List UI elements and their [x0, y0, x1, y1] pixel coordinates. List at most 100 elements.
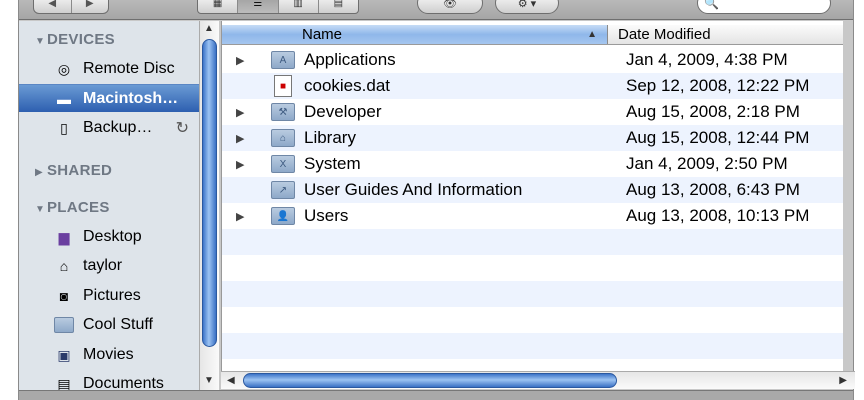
action-menu-button[interactable]: ⚙ ▾: [495, 0, 559, 14]
column-headers: Name ▲ Date Modified: [222, 25, 843, 45]
coverflow-view-button[interactable]: ▤: [317, 0, 358, 13]
list-view-button[interactable]: ☰: [237, 0, 278, 13]
file-date: Aug 15, 2008, 12:44 PM: [626, 128, 810, 147]
sidebar-item-label: Backup…: [83, 119, 153, 136]
empty-row: [222, 281, 843, 307]
sync-icon[interactable]: ↻: [176, 118, 189, 138]
empty-row: [222, 229, 843, 255]
scroll-left-arrow-icon[interactable]: ◀: [227, 375, 235, 386]
table-row[interactable]: ▶ 👤 Users Aug 13, 2008, 10:13 PM: [222, 203, 843, 229]
file-name: User Guides And Information: [304, 180, 523, 199]
status-bar: [19, 390, 853, 400]
sidebar-item-pictures[interactable]: ◙ Pictures: [19, 282, 199, 310]
disclosure-open-icon: ▼: [35, 36, 46, 47]
navigation-buttons: ◀ ▶: [33, 0, 109, 14]
table-row[interactable]: ▶ ⌂ Library Aug 15, 2008, 12:44 PM: [222, 125, 843, 151]
developer-folder-icon: ⚒: [268, 101, 298, 123]
drive-icon: ▯: [60, 119, 68, 136]
places-header[interactable]: ▼ PLACES: [35, 199, 110, 216]
sidebar-item-desktop[interactable]: ▆ Desktop: [19, 223, 199, 251]
alias-folder-icon: ↗: [268, 179, 298, 201]
desktop-icon: ▆: [58, 228, 70, 245]
disclosure-triangle-icon[interactable]: ▶: [222, 106, 252, 119]
sidebar-item-macintosh-hd[interactable]: ▬ Macintosh…: [19, 84, 199, 112]
disclosure-triangle-icon[interactable]: ▶: [222, 54, 252, 67]
empty-row: [222, 255, 843, 281]
sidebar-item-taylor[interactable]: ⌂ taylor: [19, 252, 199, 280]
forward-button[interactable]: ▶: [70, 0, 109, 13]
horizontal-scroll-thumb[interactable]: [243, 373, 617, 388]
file-name: Users: [304, 206, 349, 225]
sidebar-item-backup[interactable]: ▯ Backup… ↻: [19, 114, 199, 142]
empty-row: [222, 307, 843, 333]
file-list: Name ▲ Date Modified ▶ A Applications Ja…: [221, 21, 843, 371]
system-folder-icon: X: [268, 153, 298, 175]
sidebar-item-label: Pictures: [83, 287, 141, 304]
library-folder-icon: ⌂: [268, 127, 298, 149]
file-icon: ■: [268, 75, 298, 97]
sidebar-item-label: taylor: [83, 257, 123, 274]
back-button[interactable]: ◀: [34, 0, 71, 13]
gear-icon: ⚙ ▾: [517, 0, 537, 10]
sidebar-item-label: Macintosh…: [83, 89, 179, 107]
column-view-button[interactable]: ▥: [277, 0, 318, 13]
devices-header[interactable]: ▼ DEVICES: [35, 31, 115, 48]
scroll-down-arrow-icon[interactable]: ▼: [204, 375, 214, 386]
search-input[interactable]: 🔍: [697, 0, 831, 14]
table-row[interactable]: ▶ ⚒ Developer Aug 15, 2008, 2:18 PM: [222, 99, 843, 125]
table-row[interactable]: ↗ User Guides And Information Aug 13, 20…: [222, 177, 843, 203]
sidebar-item-cool-stuff[interactable]: Cool Stuff: [19, 311, 199, 339]
disclosure-closed-icon: ▶: [35, 167, 43, 178]
sidebar-scrollbar[interactable]: ▲ ▼: [199, 21, 219, 400]
sidebar-item-label: Movies: [83, 346, 134, 363]
disclosure-triangle-icon[interactable]: ▶: [222, 132, 252, 145]
shared-header[interactable]: ▶ SHARED: [35, 162, 112, 179]
applications-folder-icon: A: [268, 49, 298, 71]
name-column-label: Name: [302, 26, 343, 43]
users-folder-icon: 👤: [268, 205, 298, 227]
horizontal-scrollbar[interactable]: ◀ ▶: [221, 371, 855, 389]
camera-icon: ◙: [59, 288, 69, 304]
table-row[interactable]: ▶ A Applications Jan 4, 2009, 4:38 PM: [222, 47, 843, 73]
toolbar: ◀ ▶ ▦ ☰ ▥ ▤ 👁 ⚙ ▾ 🔍: [19, 0, 853, 20]
disclosure-open-icon: ▼: [35, 204, 46, 215]
file-date: Aug 13, 2008, 6:43 PM: [626, 180, 800, 199]
table-row[interactable]: ▶ X System Jan 4, 2009, 2:50 PM: [222, 151, 843, 177]
sidebar-item-label: Remote Disc: [83, 60, 175, 77]
eye-icon: 👁: [443, 0, 457, 10]
sidebar-scroll-thumb[interactable]: [202, 39, 217, 347]
sidebar-item-remote-disc[interactable]: ◎ Remote Disc: [19, 55, 199, 83]
sidebar-item-label: Desktop: [83, 228, 142, 245]
file-name: Library: [304, 128, 356, 147]
file-date: Sep 12, 2008, 12:22 PM: [626, 76, 810, 95]
empty-row: [222, 333, 843, 359]
scroll-right-arrow-icon[interactable]: ▶: [839, 375, 847, 386]
file-name: cookies.dat: [304, 76, 390, 95]
finder-window: ◀ ▶ ▦ ☰ ▥ ▤ 👁 ⚙ ▾ 🔍 ▼ DEVICES ◎ Remote Di…: [18, 0, 855, 400]
home-icon: ⌂: [59, 258, 69, 274]
file-date: Aug 13, 2008, 10:13 PM: [626, 206, 810, 225]
icon-view-button[interactable]: ▦: [198, 0, 237, 13]
search-icon: 🔍: [704, 0, 719, 10]
file-date: Jan 4, 2009, 4:38 PM: [626, 50, 788, 69]
sidebar: ▼ DEVICES ◎ Remote Disc ▬ Macintosh… ▯ Ba…: [19, 21, 199, 400]
table-row[interactable]: ■ cookies.dat Sep 12, 2008, 12:22 PM: [222, 73, 843, 99]
quick-look-button[interactable]: 👁: [417, 0, 483, 14]
disc-icon: ◎: [57, 60, 71, 77]
scroll-up-arrow-icon[interactable]: ▲: [204, 23, 214, 34]
sidebar-item-movies[interactable]: ▣ Movies: [19, 341, 199, 369]
view-mode-buttons: ▦ ☰ ▥ ▤: [197, 0, 359, 14]
name-column-header[interactable]: Name ▲: [222, 25, 608, 44]
sidebar-item-label: Cool Stuff: [83, 316, 153, 333]
file-date: Aug 15, 2008, 2:18 PM: [626, 102, 800, 121]
disclosure-triangle-icon[interactable]: ▶: [222, 158, 252, 171]
file-name: System: [304, 154, 361, 173]
disclosure-triangle-icon[interactable]: ▶: [222, 210, 252, 223]
hard-drive-icon: ▬: [57, 90, 71, 107]
file-date: Jan 4, 2009, 2:50 PM: [626, 154, 788, 173]
sort-ascending-icon: ▲: [587, 29, 597, 40]
film-icon: ▣: [57, 346, 71, 363]
folder-icon: [53, 315, 75, 335]
date-modified-column-header[interactable]: Date Modified: [608, 25, 843, 44]
date-modified-column-label: Date Modified: [618, 26, 711, 43]
